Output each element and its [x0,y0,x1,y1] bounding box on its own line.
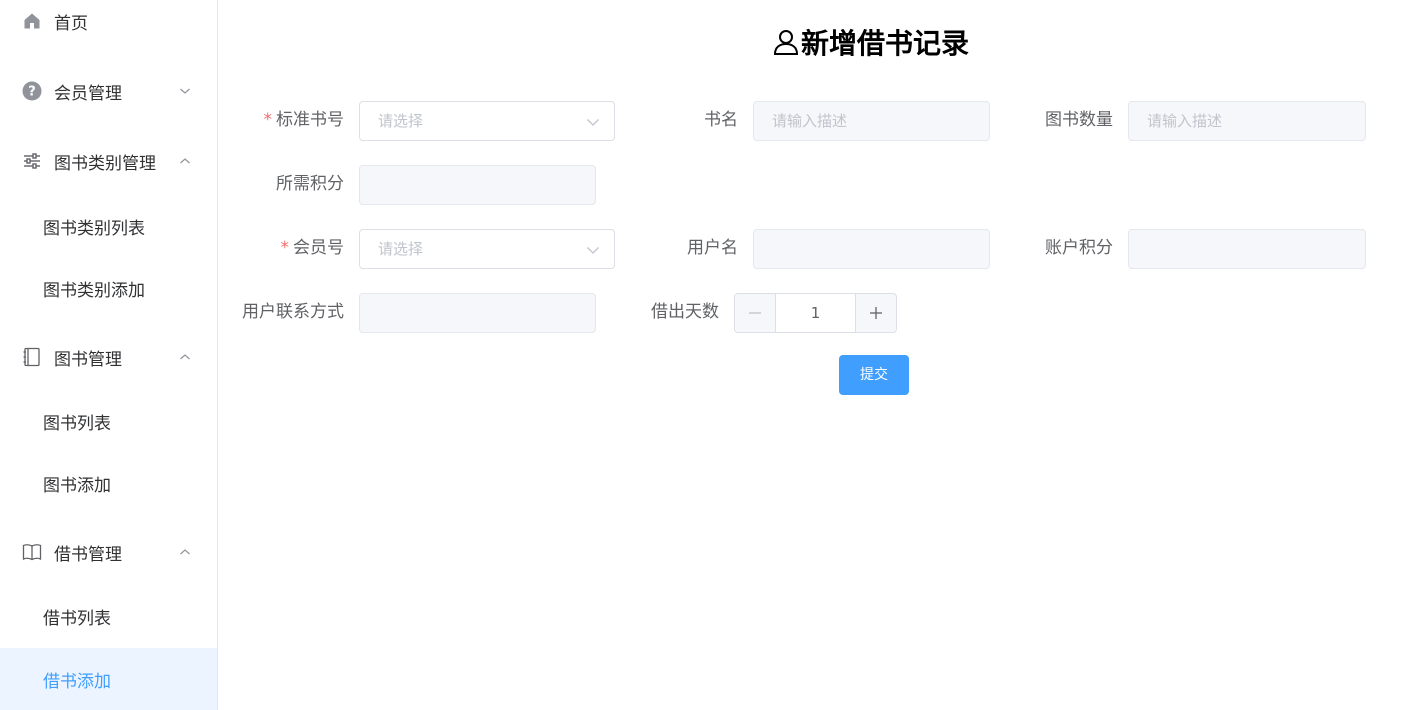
open-book-icon [22,542,42,562]
points-needed-field[interactable] [359,165,596,205]
book-count-placeholder: 请输入描述 [1147,112,1223,130]
sidebar-item-borrow-management[interactable]: 借书管理 [0,524,217,580]
chevron-down-icon [179,85,191,97]
user-icon [773,28,799,56]
sidebar-item-label: 图书列表 [43,413,111,434]
sidebar-item-book-add[interactable]: 图书添加 [0,455,217,511]
required-mark: * [280,238,290,258]
username-field[interactable] [753,229,990,269]
increment-button[interactable] [855,294,896,332]
decrement-button[interactable] [735,294,776,332]
book-name-field[interactable]: 请输入描述 [753,101,990,141]
sidebar-item-label: 借书管理 [54,544,122,565]
member-no-placeholder: 请选择 [378,240,424,258]
sidebar-item-category-add[interactable]: 图书类别添加 [0,260,217,316]
sidebar-item-category-management[interactable]: 图书类别管理 [0,133,217,189]
sidebar-item-label: 图书类别列表 [43,218,145,239]
username-label: 用户名 [687,238,738,258]
points-needed-label: 所需积分 [276,174,344,194]
sliders-icon [22,151,42,171]
book-name-placeholder: 请输入描述 [772,112,848,130]
minus-icon [749,312,761,314]
sidebar: 首页 ? 会员管理 图书类别管理 图书类别列表 图书类别添加 图书管理 图书列表… [0,0,218,710]
book-name-label: 书名 [704,110,738,130]
sidebar-item-label: 图书类别管理 [54,153,156,174]
member-no-select[interactable]: 请选择 [359,229,615,269]
svg-text:?: ? [28,85,36,100]
sidebar-item-label: 图书管理 [54,349,122,370]
chevron-up-icon [179,546,191,558]
page-title: 新增借书记录 [773,22,969,62]
submit-button[interactable]: 提交 [839,355,909,395]
sidebar-item-label: 图书类别添加 [43,280,145,301]
account-points-field[interactable] [1128,229,1366,269]
account-points-label: 账户积分 [1045,238,1113,258]
book-no-label: * 标准书号 [218,100,345,140]
sidebar-item-borrow-list[interactable]: 借书列表 [0,588,217,644]
book-count-field[interactable]: 请输入描述 [1128,101,1366,141]
page-title-text: 新增借书记录 [801,27,970,60]
sidebar-item-label: 首页 [54,13,88,34]
days-stepper: 1 [734,293,897,333]
days-label: 借出天数 [651,302,719,322]
sidebar-item-label: 借书列表 [43,608,111,629]
sidebar-item-book-management[interactable]: 图书管理 [0,329,217,385]
plus-icon [870,307,882,319]
home-icon [22,11,42,31]
main-content: 新增借书记录 * 标准书号 请选择 书名 请输入描述 图书数量 请输入描述 所需积… [218,0,1423,710]
sidebar-item-label: 借书添加 [43,671,111,692]
chevron-down-icon [586,115,600,129]
notebook-icon [22,347,42,367]
chevron-up-icon [179,351,191,363]
sidebar-item-member-management[interactable]: ? 会员管理 [0,63,217,119]
sidebar-item-label: 会员管理 [54,83,122,104]
book-no-select[interactable]: 请选择 [359,101,615,141]
question-circle-icon: ? [22,81,42,101]
member-no-label: * 会员号 [218,228,345,268]
days-input[interactable]: 1 [776,294,855,332]
sidebar-item-borrow-add[interactable]: 借书添加 [0,648,217,710]
chevron-up-icon [179,155,191,167]
sidebar-item-category-list[interactable]: 图书类别列表 [0,198,217,254]
book-no-placeholder: 请选择 [378,112,424,130]
sidebar-item-home[interactable]: 首页 [0,0,217,49]
required-mark: * [263,110,273,130]
chevron-down-icon [586,243,600,257]
member-no-label-text: 会员号 [293,238,344,258]
contact-field[interactable] [359,293,596,333]
book-no-label-text: 标准书号 [276,110,344,130]
book-count-label: 图书数量 [1045,110,1113,130]
sidebar-item-label: 图书添加 [43,475,111,496]
contact-label: 用户联系方式 [242,302,344,322]
sidebar-item-book-list[interactable]: 图书列表 [0,393,217,449]
